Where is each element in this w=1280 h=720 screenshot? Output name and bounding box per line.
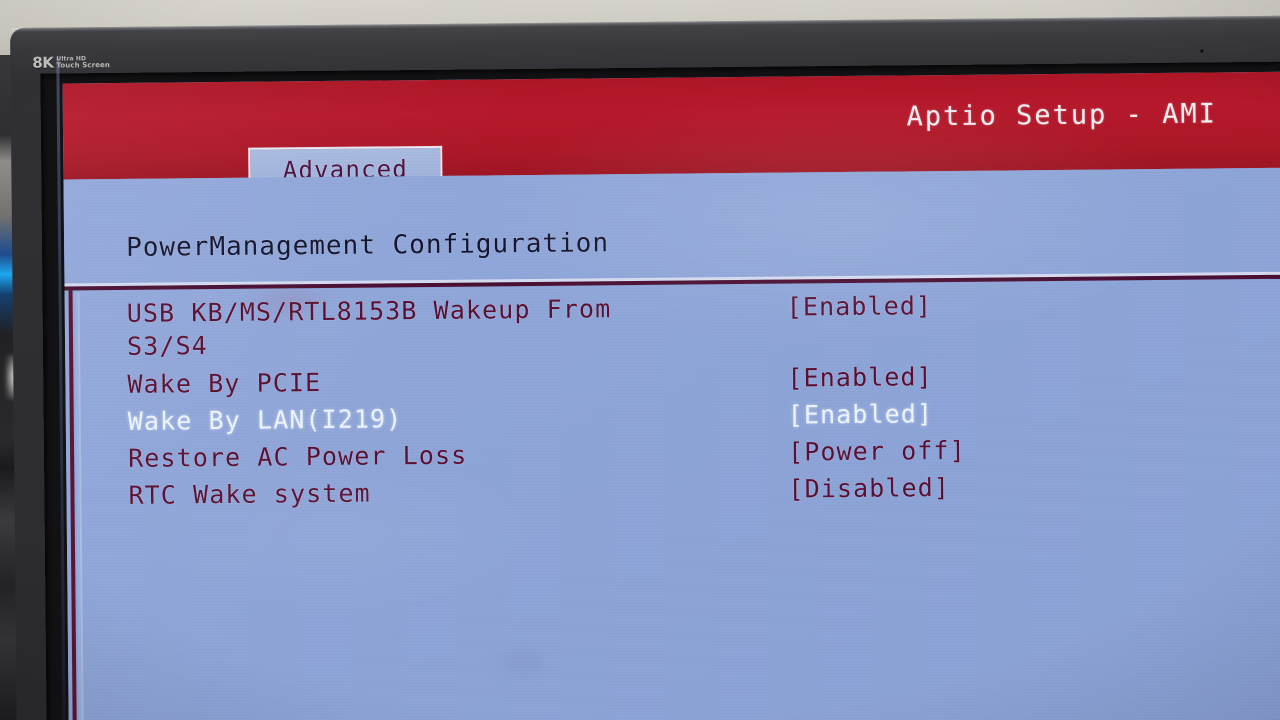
setting-value[interactable]: [Enabled] bbox=[787, 360, 933, 395]
bezel-sensor-dot bbox=[1200, 49, 1204, 53]
setting-label: Restore AC Power Loss bbox=[127, 440, 468, 473]
setting-value[interactable]: [Disabled] bbox=[788, 471, 950, 506]
brand-8k-text: 8K bbox=[32, 53, 54, 72]
monitor: 8K Ultra HD Touch Screen Aptio Setup - A… bbox=[10, 15, 1280, 720]
bios-content: PowerManagement Configuration USB KB/MS/… bbox=[126, 222, 1229, 516]
setting-label: RTC Wake system bbox=[128, 478, 371, 511]
setting-label: USB KB/MS/RTL8153B Wakeup From S3/S4 bbox=[126, 294, 612, 362]
setting-value[interactable]: [Enabled] bbox=[788, 397, 934, 432]
brand-touch-screen-text: Touch Screen bbox=[56, 61, 110, 70]
setting-row[interactable]: Wake By LAN(I219) [Enabled] bbox=[128, 394, 1228, 438]
settings-list: USB KB/MS/RTL8153B Wakeup From S3/S4 [Ena… bbox=[127, 286, 1229, 512]
monitor-brand-badge: 8K Ultra HD Touch Screen bbox=[32, 53, 110, 72]
setting-row[interactable]: Restore AC Power Loss [Power off] bbox=[128, 431, 1228, 475]
setting-label: Wake By PCIE bbox=[127, 367, 322, 399]
setting-row[interactable]: USB KB/MS/RTL8153B Wakeup From S3/S4 [Ena… bbox=[127, 286, 1228, 363]
setting-value[interactable]: [Enabled] bbox=[787, 289, 933, 324]
photo-scene: 8K Ultra HD Touch Screen Aptio Setup - A… bbox=[0, 0, 1280, 720]
setting-value[interactable]: [Power off] bbox=[788, 434, 966, 469]
setting-row[interactable]: Wake By PCIE [Enabled] bbox=[127, 357, 1227, 401]
bios-titlebar: Aptio Setup - AMI bbox=[62, 71, 1280, 180]
brand-sublines: Ultra HD Touch Screen bbox=[56, 55, 110, 70]
bios-screen: Aptio Setup - AMI Advanced PowerManageme… bbox=[62, 71, 1280, 720]
app-title: Aptio Setup - AMI bbox=[906, 98, 1218, 133]
setting-row[interactable]: RTC Wake system [Disabled] bbox=[128, 469, 1228, 513]
setting-label: Wake By LAN(I219) bbox=[127, 404, 403, 436]
